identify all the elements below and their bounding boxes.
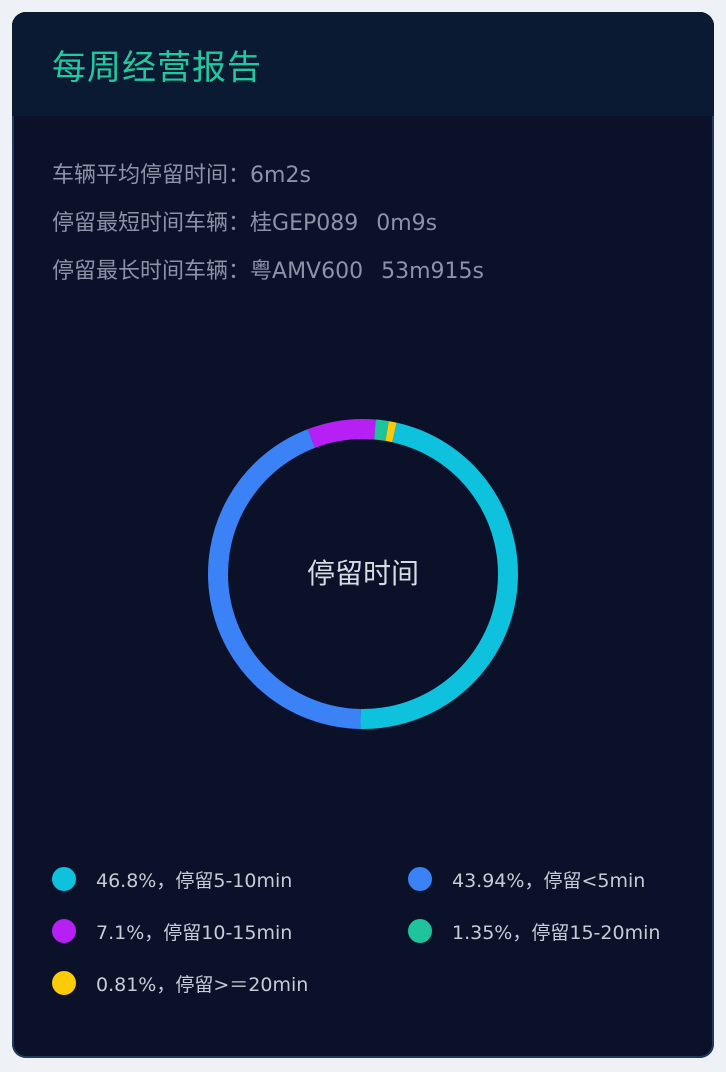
donut-chart: 停留时间 — [12, 402, 714, 742]
shortest-stay-plate: 桂GEP089 — [250, 211, 359, 236]
stats-block: 车辆平均停留时间：6m2s 停留最短时间车辆：桂GEP089 0m9s 停留最长时… — [52, 152, 714, 296]
legend-item[interactable]: 7.1%，停留10-15min — [52, 916, 292, 946]
legend-label: 43.94%，停留<5min — [452, 869, 646, 892]
legend-dot-icon — [408, 919, 432, 943]
longest-stay-label: 停留最长时间车辆： — [52, 259, 251, 284]
legend-item[interactable]: 0.81%，停留>＝20min — [52, 968, 308, 998]
donut-slice[interactable] — [374, 419, 389, 441]
page-title: 每周经营报告 — [52, 47, 262, 88]
longest-stay-plate: 粤AMV600 — [250, 259, 364, 284]
legend-dot-icon — [52, 867, 76, 891]
legend-dot-icon — [52, 919, 76, 943]
legend-dot-icon — [52, 971, 76, 995]
avg-stay-line: 车辆平均停留时间：6m2s — [52, 152, 714, 200]
donut-slice[interactable] — [385, 421, 397, 443]
shortest-stay-line: 停留最短时间车辆：桂GEP089 0m9s — [52, 200, 714, 248]
shortest-stay-value: 0m9s — [376, 211, 438, 236]
legend-label: 1.35%，停留15-20min — [452, 921, 661, 944]
legend-label: 7.1%，停留10-15min — [96, 921, 293, 944]
avg-stay-label: 车辆平均停留时间： — [52, 163, 251, 188]
longest-stay-value: 53m915s — [381, 259, 484, 284]
legend-label: 46.8%，停留5-10min — [96, 869, 293, 892]
legend-item[interactable]: 1.35%，停留15-20min — [408, 916, 660, 946]
longest-stay-line: 停留最长时间车辆：粤AMV600 53m915s — [52, 248, 714, 296]
donut-center-label: 停留时间 — [306, 557, 419, 590]
shortest-stay-label: 停留最短时间车辆： — [52, 211, 251, 236]
legend-item[interactable]: 43.94%，停留<5min — [408, 864, 645, 894]
weekly-report-card: 每周经营报告 车辆平均停留时间：6m2s 停留最短时间车辆：桂GEP089 0m9… — [12, 12, 714, 1058]
legend-dot-icon — [408, 867, 432, 891]
card-header: 每周经营报告 — [12, 12, 714, 116]
legend-item[interactable]: 46.8%，停留5-10min — [52, 864, 292, 894]
donut-slice[interactable] — [307, 419, 376, 448]
avg-stay-value: 6m2s — [250, 163, 311, 188]
legend-label: 0.81%，停留>＝20min — [96, 973, 309, 996]
